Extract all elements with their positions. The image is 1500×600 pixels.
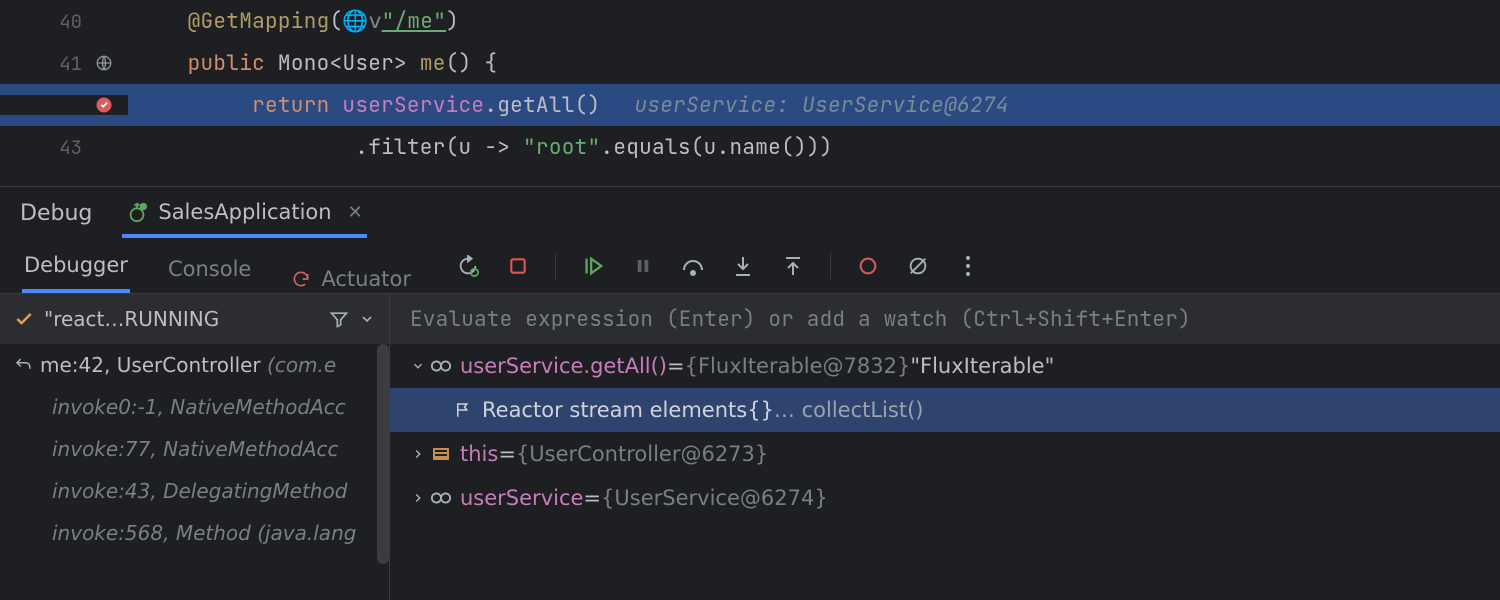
code-line[interactable]: 43 .filter(u -> "root".equals(u.name()))	[0, 126, 1500, 168]
chevron-right-icon[interactable]	[408, 447, 428, 461]
more-icon[interactable]	[955, 253, 981, 279]
stack-frame[interactable]: invoke:568, Method (java.lang	[0, 512, 389, 554]
chevron-right-icon[interactable]	[408, 491, 428, 505]
tab-console[interactable]: Console	[166, 257, 253, 293]
variable-row[interactable]: this = {UserController@6273}	[390, 432, 1500, 476]
line-number: 41	[56, 51, 82, 76]
gutter-icon-placeholder	[94, 11, 114, 31]
debug-title: Debug	[20, 201, 92, 238]
tab-actuator[interactable]: Actuator	[289, 267, 413, 293]
code-content: return userService.getAll()userService: …	[128, 92, 1500, 119]
filter-icon[interactable]	[329, 309, 349, 329]
frames-panel[interactable]: "react…RUNNING me:42, UserController (co…	[0, 294, 390, 600]
code-content: public Mono<User> me() {	[128, 50, 1500, 77]
variable-row-selected[interactable]: Reactor stream elements {} … collectList…	[390, 388, 1500, 432]
run-config-label: SalesApplication	[158, 200, 331, 224]
line-number: 43	[56, 135, 82, 160]
debug-toolwindow-header: Debug SalesApplication ✕	[0, 186, 1500, 238]
chevron-down-icon[interactable]	[408, 359, 428, 373]
code-content: .filter(u -> "root".equals(u.name()))	[128, 134, 1500, 161]
step-out-icon[interactable]	[780, 253, 806, 279]
code-content: @GetMapping(🌐ⅴ"/me")	[128, 8, 1500, 35]
code-editor[interactable]: 40 @GetMapping(🌐ⅴ"/me") 41 public Mono<U…	[0, 0, 1500, 186]
stack-frame[interactable]: invoke0:-1, NativeMethodAcc	[0, 386, 389, 428]
variables-panel[interactable]: Evaluate expression (Enter) or add a wat…	[390, 294, 1500, 600]
code-line-current[interactable]: return userService.getAll()userService: …	[0, 84, 1500, 126]
evaluate-expression-input[interactable]: Evaluate expression (Enter) or add a wat…	[390, 294, 1500, 344]
variable-row[interactable]: userService = {UserService@6274}	[390, 476, 1500, 520]
mute-breakpoints-icon[interactable]	[905, 253, 931, 279]
line-number: 40	[56, 9, 82, 34]
view-breakpoints-icon[interactable]	[855, 253, 881, 279]
stack-frame[interactable]: me:42, UserController (com.e	[0, 344, 389, 386]
rerun-icon[interactable]	[455, 253, 481, 279]
run-config-tab[interactable]: SalesApplication ✕	[122, 200, 366, 238]
variable-row[interactable]: userService.getAll() = {FluxIterable@783…	[390, 344, 1500, 388]
step-over-icon[interactable]	[680, 253, 706, 279]
watch-icon	[430, 359, 452, 373]
watch-icon	[430, 491, 452, 505]
check-icon	[14, 309, 34, 329]
thread-selector[interactable]: "react…RUNNING	[0, 294, 389, 344]
stack-frame[interactable]: invoke:77, NativeMethodAcc	[0, 428, 389, 470]
chevron-down-icon[interactable]	[359, 311, 375, 327]
field-icon	[430, 446, 452, 462]
flag-icon	[452, 401, 474, 419]
code-line[interactable]: 41 public Mono<User> me() {	[0, 42, 1500, 84]
stack-frame[interactable]: invoke:43, DelegatingMethod	[0, 470, 389, 512]
breakpoint-icon[interactable]	[94, 95, 114, 115]
scrollbar[interactable]	[377, 344, 389, 564]
close-icon[interactable]: ✕	[348, 202, 363, 223]
thread-label: "react…RUNNING	[44, 307, 319, 331]
tab-debugger[interactable]: Debugger	[22, 253, 130, 293]
pause-icon[interactable]	[630, 253, 656, 279]
resume-icon[interactable]	[580, 253, 606, 279]
stop-icon[interactable]	[505, 253, 531, 279]
globe-icon[interactable]	[94, 53, 114, 73]
step-into-icon[interactable]	[730, 253, 756, 279]
code-line[interactable]: 40 @GetMapping(🌐ⅴ"/me")	[0, 0, 1500, 42]
debug-toolbar: Debugger Console Actuator	[0, 238, 1500, 294]
run-config-icon	[126, 201, 148, 223]
drop-frame-icon[interactable]	[14, 356, 32, 374]
